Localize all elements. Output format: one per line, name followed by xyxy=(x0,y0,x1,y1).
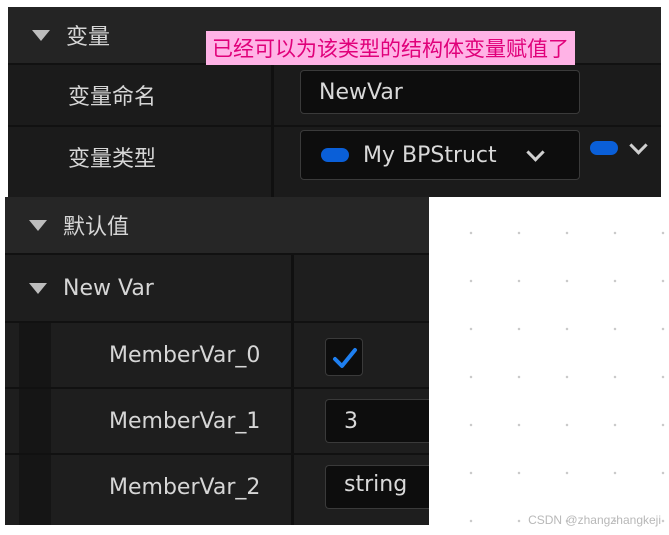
variable-type-value: My BPStruct xyxy=(363,142,497,168)
watermark: CSDN @zhangzhangkeji xyxy=(528,513,661,527)
member-checkbox[interactable] xyxy=(325,338,363,376)
checkmark-icon xyxy=(333,348,357,368)
annotation-label: 已经可以为该类型的结构体变量赋值了 xyxy=(206,31,575,65)
member-value: string xyxy=(344,472,408,497)
variable-name-label: 变量命名 xyxy=(68,85,157,110)
member-number-input[interactable]: 3 xyxy=(325,399,429,443)
chevron-down-icon xyxy=(525,142,545,162)
struct-variable-label: New Var xyxy=(63,275,154,301)
default-value-panel: 默认值 New Var MemberVar_0 MemberVar_1 3 Me… xyxy=(5,197,429,525)
variable-details-panel: 变量 已经可以为该类型的结构体变量赋值了 变量命名 NewVar 变量类型 My… xyxy=(8,7,661,197)
variable-name-input[interactable]: NewVar xyxy=(300,70,580,114)
container-type-dropdown[interactable] xyxy=(590,135,648,155)
section-title: 变量 xyxy=(66,25,111,50)
variable-type-label: 变量类型 xyxy=(68,147,157,172)
member-row: MemberVar_0 xyxy=(5,323,429,389)
variable-name-value: NewVar xyxy=(319,79,403,105)
member-text-input[interactable]: string xyxy=(325,465,429,509)
expand-triangle-icon[interactable] xyxy=(29,282,47,294)
variable-type-dropdown[interactable]: My BPStruct xyxy=(300,130,580,180)
collapse-triangle-icon[interactable] xyxy=(32,29,50,41)
graph-canvas[interactable] xyxy=(429,197,669,535)
struct-variable-row[interactable]: New Var xyxy=(5,255,429,323)
struct-pill-icon xyxy=(321,148,349,162)
struct-pill-icon xyxy=(590,141,618,155)
collapse-triangle-icon[interactable] xyxy=(29,219,47,231)
section-title: 默认值 xyxy=(63,215,130,240)
default-section-header[interactable]: 默认值 xyxy=(5,197,429,255)
member-name: MemberVar_2 xyxy=(109,474,261,500)
member-name: MemberVar_1 xyxy=(109,408,261,434)
member-name: MemberVar_0 xyxy=(109,342,261,368)
member-value: 3 xyxy=(344,408,358,434)
